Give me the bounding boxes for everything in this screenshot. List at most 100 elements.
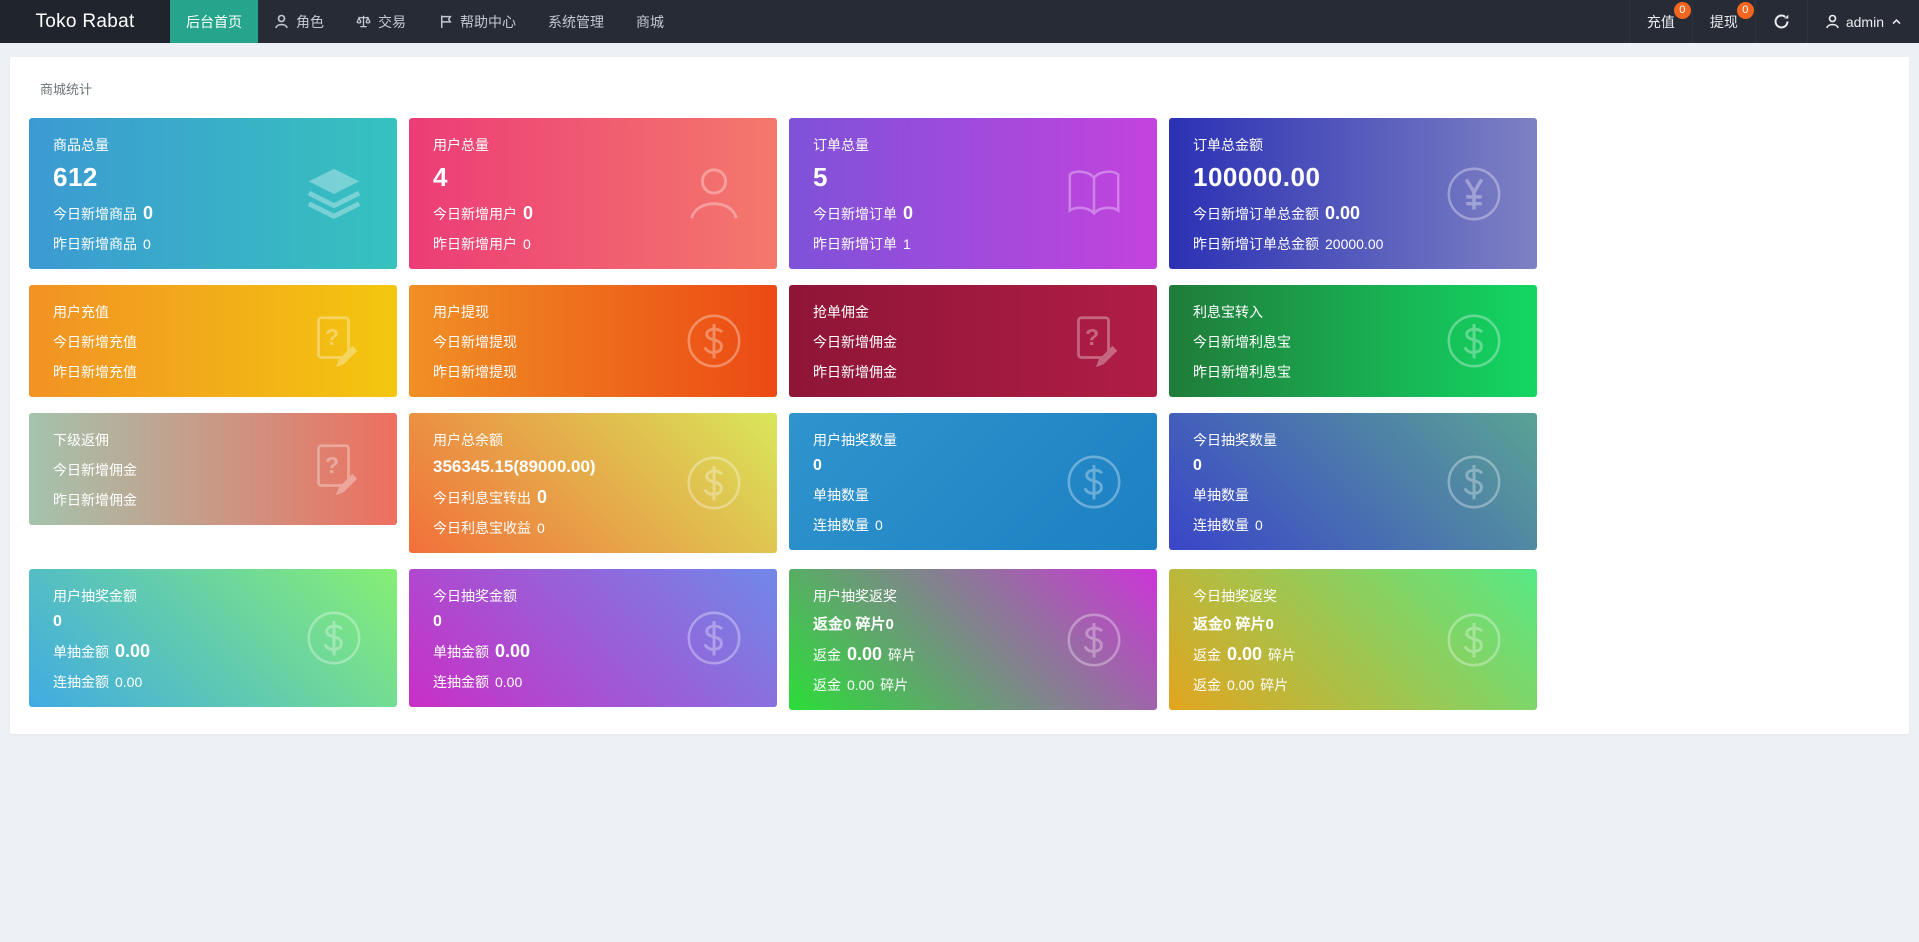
card-line: 返金 0.00 碎片 xyxy=(813,675,1133,695)
card-line-value: 0.00 xyxy=(1325,203,1361,223)
card-line-suffix: 碎片 xyxy=(888,647,917,663)
stat-card: 利息宝转入 今日新增利息宝 昨日新增利息宝 xyxy=(1169,285,1537,397)
card-line-label: 连抽数量 xyxy=(813,517,869,533)
dollar-circle-icon xyxy=(687,314,741,368)
nav-item-4[interactable]: 帮助中心 xyxy=(422,0,532,43)
card-title: 用户抽奖金额 xyxy=(53,588,137,604)
card-line-value: 0 xyxy=(537,520,545,536)
card-line-label: 今日新增提现 xyxy=(433,334,517,350)
card-line: 连抽数量 0 xyxy=(813,515,1133,535)
card-line-label: 昨日新增订单 xyxy=(813,236,897,252)
card-line-label: 连抽金额 xyxy=(433,674,489,690)
dollar-circle-icon xyxy=(687,456,741,510)
card-line-label: 返金 xyxy=(1193,647,1221,663)
card-line-value: 0.00 xyxy=(495,641,531,661)
svg-text:?: ? xyxy=(325,452,339,478)
card-line-label: 今日新增订单总金额 xyxy=(1193,206,1319,222)
card-line-value: 0 xyxy=(903,203,914,223)
stats-grid: 商品总量 612 今日新增商品 0 昨日新增商品 0 用户总量 4 今日新增用户 0 昨日新增用户… xyxy=(29,118,1909,710)
card-line-value: 1 xyxy=(903,236,911,252)
svg-text:?: ? xyxy=(325,324,339,350)
yen-circle-icon xyxy=(1447,167,1501,220)
stat-card: 订单总金额 100000.00 今日新增订单总金额 0.00 昨日新增订单总金额 2000… xyxy=(1169,118,1537,269)
user-small-icon xyxy=(275,14,288,29)
card-line-value: 0.00 xyxy=(847,644,883,664)
card-line-label: 今日新增利息宝 xyxy=(1193,334,1291,350)
card-line-label: 今日利息宝收益 xyxy=(433,520,531,536)
card-line-value: 0 xyxy=(537,487,548,507)
nav-item-1[interactable]: 后台首页 xyxy=(170,0,258,43)
card-title: 用户抽奖数量 xyxy=(813,432,897,448)
card-line-value: 0.00 xyxy=(847,677,875,693)
dollar-circle-icon xyxy=(1067,613,1121,666)
withdraw-badge: 0 xyxy=(1736,2,1754,19)
username: admin xyxy=(1845,13,1884,30)
card-line-value: 0.00 xyxy=(495,674,523,690)
app-logo[interactable]: Toko Rabat xyxy=(0,0,170,43)
card-line-label: 返金 xyxy=(813,647,841,663)
dollar-circle-icon xyxy=(1067,455,1121,508)
card-line-label: 昨日新增利息宝 xyxy=(1193,364,1291,380)
stat-card: 今日抽奖数量 0 单抽数量 连抽数量 0 xyxy=(1169,413,1537,550)
stat-card: 抢单佣金 今日新增佣金 昨日新增佣金 ? xyxy=(789,285,1157,397)
card-line: 昨日新增订单 1 xyxy=(813,234,1133,254)
recharge-label: 充值 xyxy=(1646,13,1675,30)
withdraw-link[interactable]: 提现 0 xyxy=(1691,0,1755,43)
book-icon xyxy=(1068,169,1120,215)
card-line-label: 连抽数量 xyxy=(1193,517,1249,533)
card-title: 今日抽奖金额 xyxy=(433,588,517,604)
card-line-label: 昨日新增佣金 xyxy=(813,364,897,380)
stat-card: 商品总量 612 今日新增商品 0 昨日新增商品 0 xyxy=(29,118,397,269)
card-line-value: 20000.00 xyxy=(1325,236,1384,252)
dollar-circle-icon xyxy=(687,611,741,665)
card-title: 用户抽奖返奖 xyxy=(813,588,897,604)
card-title: 商品总量 xyxy=(53,137,109,153)
nav-item-6[interactable]: 商城 xyxy=(620,0,680,43)
card-line-label: 返金 xyxy=(813,677,841,693)
recharge-link[interactable]: 充值 0 xyxy=(1628,0,1692,43)
nav-item-2[interactable]: 角色 xyxy=(258,0,340,43)
card-line-value: 0.00 xyxy=(1227,677,1255,693)
doc-question-icon: ? xyxy=(317,444,358,496)
card-line-value: 0 xyxy=(875,517,883,533)
svg-text:?: ? xyxy=(1085,324,1099,350)
card-line-suffix: 碎片 xyxy=(1260,677,1289,693)
layers-icon xyxy=(307,168,361,219)
stat-card: 下级返佣 今日新增佣金 昨日新增佣金 ? xyxy=(29,413,397,525)
nav-item-label: 商城 xyxy=(636,13,664,30)
card-line-label: 单抽金额 xyxy=(53,644,109,660)
card-line: 连抽金额 0.00 xyxy=(53,672,373,692)
card-line-suffix: 碎片 xyxy=(1268,647,1297,663)
card-line: 昨日新增用户 0 xyxy=(433,234,753,254)
card-title: 订单总量 xyxy=(813,137,869,153)
card-line-label: 今日新增佣金 xyxy=(53,462,137,478)
dollar-circle-icon xyxy=(1447,314,1501,368)
card-line-label: 今日新增订单 xyxy=(813,206,897,222)
card-line: 连抽金额 0.00 xyxy=(433,672,753,692)
nav-item-3[interactable]: 交易 xyxy=(340,0,422,43)
stat-card: 今日抽奖金额 0 单抽金额 0.00 连抽金额 0.00 xyxy=(409,569,777,707)
card-line-label: 昨日新增商品 xyxy=(53,236,137,252)
stat-card: 用户抽奖数量 0 单抽数量连抽数量 0 xyxy=(789,413,1157,550)
card-line-label: 昨日新增提现 xyxy=(433,364,517,380)
nav-item-label: 角色 xyxy=(296,13,324,30)
nav-item-5[interactable]: 系统管理 xyxy=(532,0,620,43)
withdraw-label: 提现 xyxy=(1709,13,1738,30)
card-line-label: 连抽金额 xyxy=(53,674,109,690)
card-line-value: 0.00 xyxy=(115,674,143,690)
refresh-icon xyxy=(1774,14,1789,29)
card-line: 连抽数量 0 xyxy=(1193,515,1513,535)
card-line-value: 0.00 xyxy=(115,641,151,661)
doc-question-icon: ? xyxy=(317,316,358,368)
card-title: 今日抽奖数量 xyxy=(1193,432,1277,448)
dollar-circle-icon xyxy=(1447,455,1501,508)
dollar-circle-icon xyxy=(307,611,361,665)
refresh-button[interactable] xyxy=(1754,0,1807,43)
card-line-label: 昨日新增订单总金额 xyxy=(1193,236,1319,252)
user-small-icon xyxy=(1825,14,1839,29)
card-line-label: 单抽数量 xyxy=(813,487,869,503)
card-title: 订单总金额 xyxy=(1193,137,1263,153)
user-menu[interactable]: admin xyxy=(1806,0,1919,43)
chevron-up-icon xyxy=(1884,16,1902,27)
card-line-label: 昨日新增用户 xyxy=(433,236,517,252)
